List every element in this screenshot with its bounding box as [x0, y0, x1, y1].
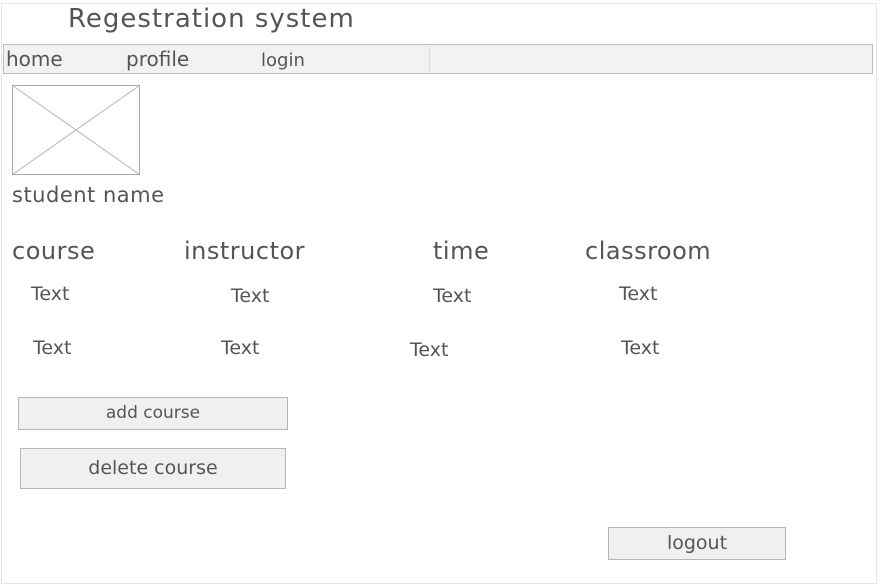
table-cell: Text [433, 285, 472, 307]
column-header-time: time [433, 237, 490, 265]
nav-divider [429, 46, 430, 72]
nav-bar: home profile login [3, 44, 873, 74]
table-cell: Text [410, 339, 449, 361]
app-title: Regestration system [68, 4, 355, 34]
image-placeholder-icon [12, 85, 140, 175]
table-cell: Text [33, 337, 72, 359]
table-cell: Text [31, 283, 70, 305]
table-cell: Text [619, 283, 658, 305]
nav-item-login[interactable]: login [261, 50, 305, 71]
column-header-classroom: classroom [585, 237, 712, 265]
nav-item-profile[interactable]: profile [126, 47, 189, 71]
logout-button[interactable]: logout [608, 527, 786, 560]
table-cell: Text [221, 337, 260, 359]
delete-course-button[interactable]: delete course [20, 448, 286, 489]
table-cell: Text [231, 285, 270, 307]
avatar [12, 85, 140, 175]
column-header-instructor: instructor [184, 237, 306, 265]
add-course-button[interactable]: add course [18, 397, 288, 430]
table-cell: Text [621, 337, 660, 359]
column-header-course: course [12, 237, 96, 265]
student-name: student name [12, 183, 165, 207]
nav-item-home[interactable]: home [6, 47, 63, 71]
